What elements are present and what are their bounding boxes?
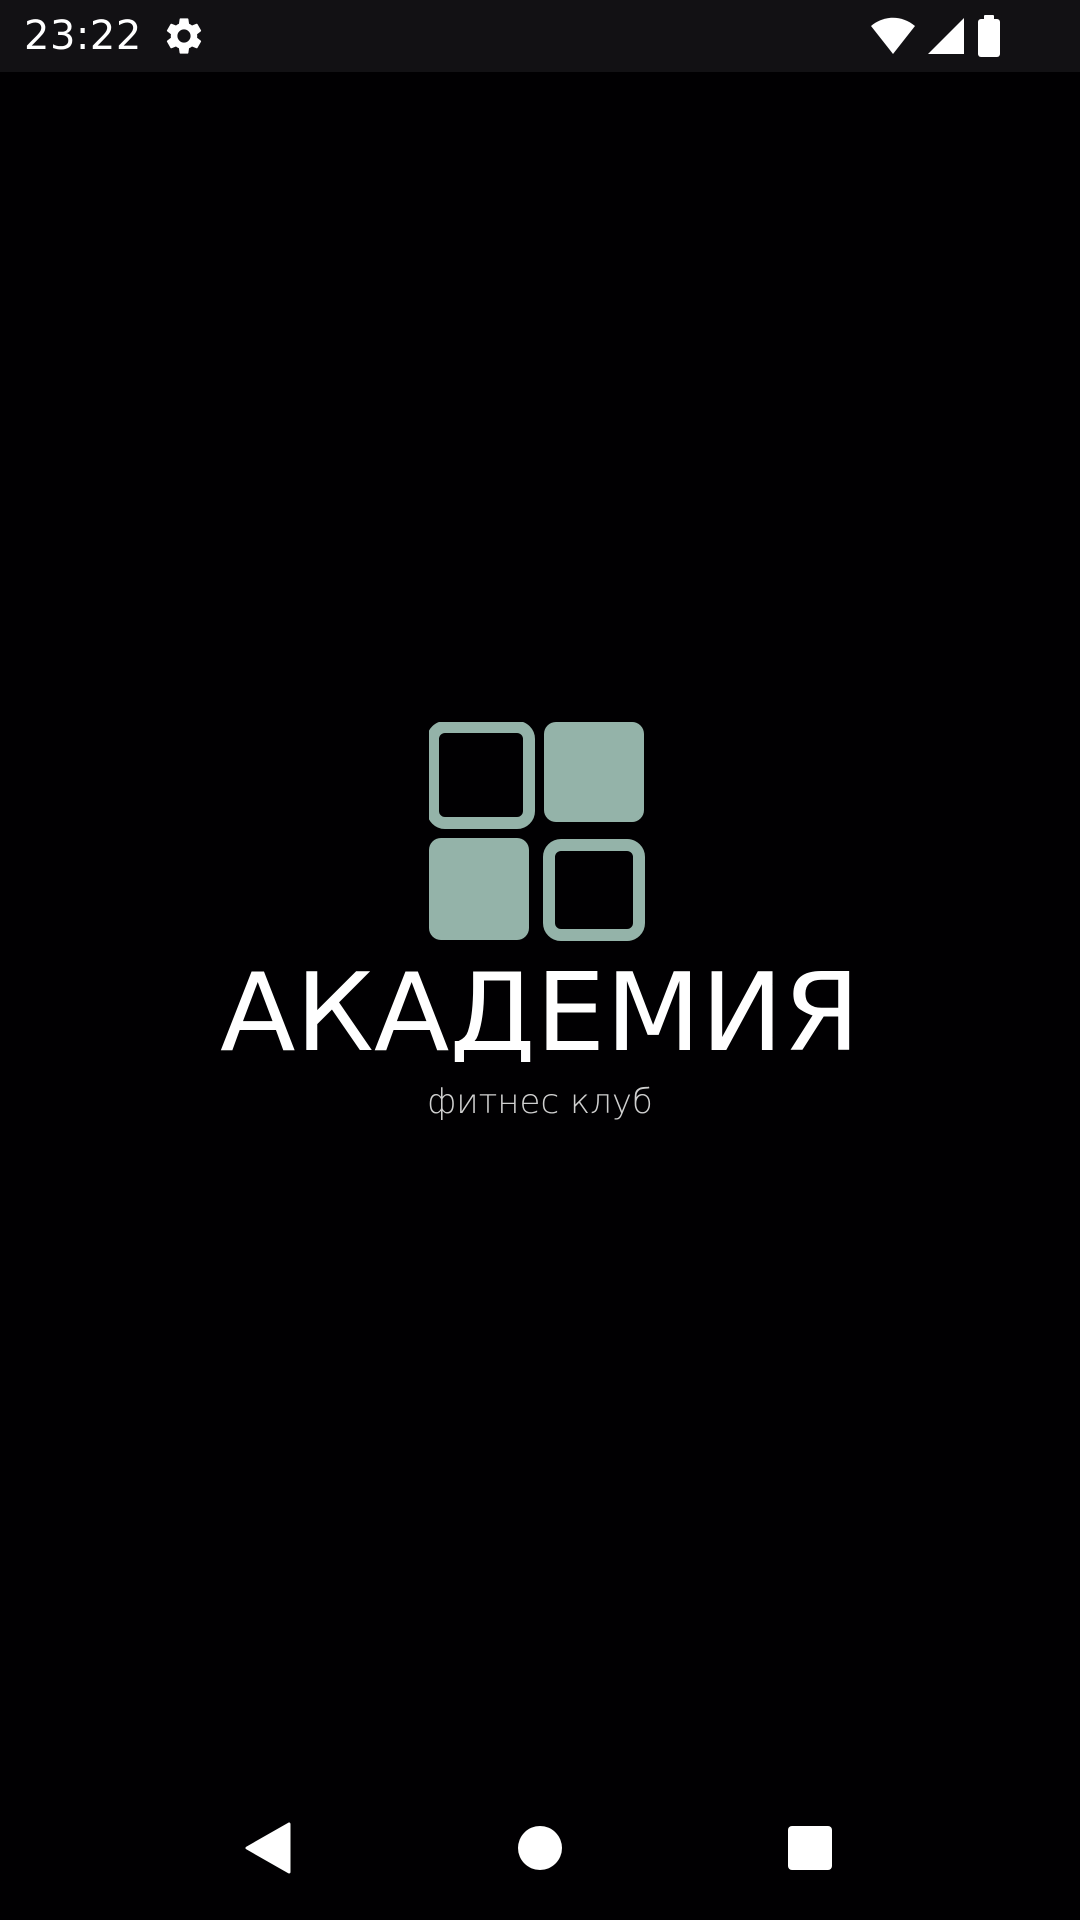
- back-icon: [245, 1822, 291, 1874]
- brand-subtitle: фитнес клуб: [427, 1082, 653, 1122]
- navigation-bar: [0, 1776, 1080, 1920]
- cellular-signal-icon: [928, 18, 964, 54]
- wifi-icon: [871, 17, 915, 54]
- nav-back-button[interactable]: [208, 1776, 328, 1920]
- brand-title-text: АКАДЕМИЯ: [220, 962, 860, 1062]
- recents-icon: [788, 1826, 832, 1870]
- nav-home-button[interactable]: [480, 1776, 600, 1920]
- nav-recents-button[interactable]: [750, 1776, 870, 1920]
- brand-logo: АКАДЕМИЯ фитнес клуб: [0, 722, 1080, 1142]
- status-bar: 23:22: [0, 0, 1080, 72]
- gear-icon: [166, 18, 202, 54]
- status-icons: [870, 14, 1002, 58]
- status-time: 23:22: [24, 13, 142, 59]
- home-icon: [518, 1826, 562, 1870]
- battery-icon: [978, 15, 1000, 57]
- logo-squares-icon: [429, 722, 645, 941]
- splash-screen: 23:22 АКАДЕМИЯ фитнес клуб: [0, 0, 1080, 1920]
- brand-title: АКАДЕМИЯ: [220, 962, 860, 1062]
